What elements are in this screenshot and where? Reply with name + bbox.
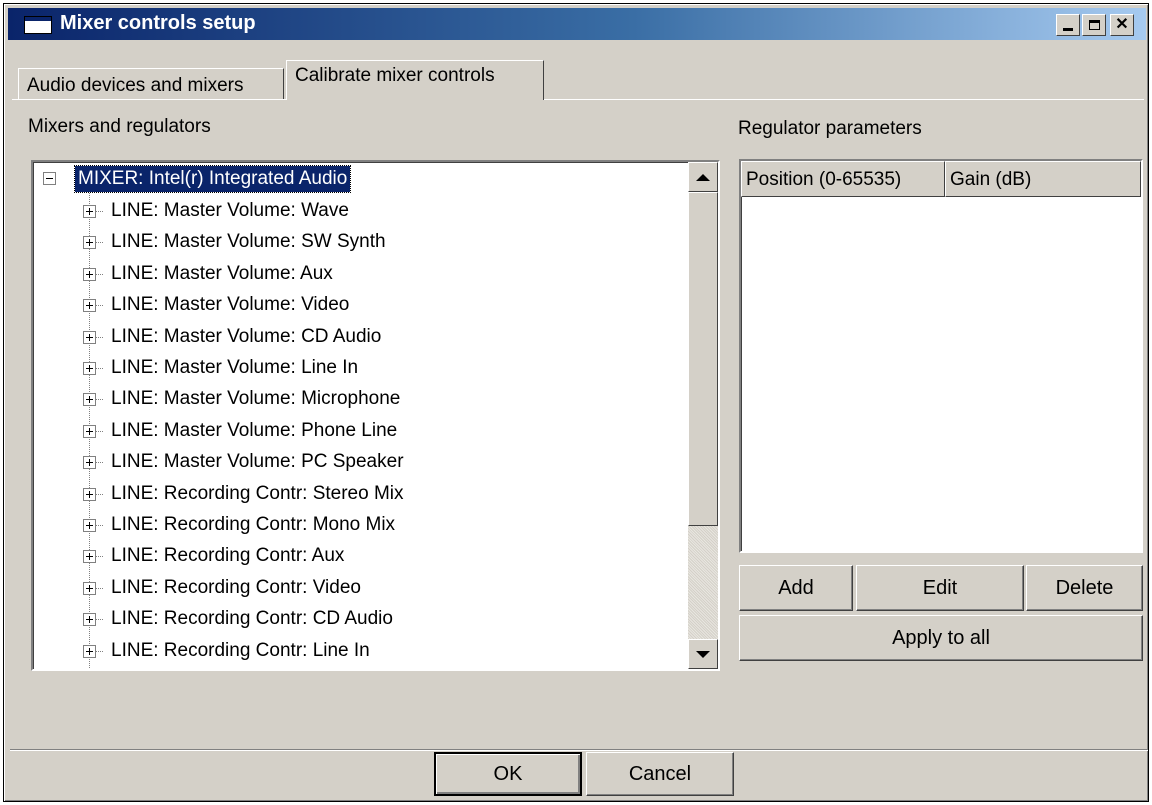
tree-connector [95,462,103,463]
title-bar[interactable]: Mixer controls setup ✕ [8,8,1146,40]
tree-connector [95,494,103,495]
maximize-icon [1088,20,1100,30]
add-button[interactable]: Add [739,565,853,611]
edit-button[interactable]: Edit [856,565,1024,611]
column-header-gain[interactable]: Gain (dB) [945,161,1141,197]
tree-connector [95,399,103,400]
tree-node[interactable]: LINE: Recording Contr: Mono Mix [111,510,395,540]
tree-root-node[interactable]: MIXER: Intel(r) Integrated Audio [73,165,352,193]
close-icon: ✕ [1115,16,1129,33]
expand-toggle-icon[interactable] [83,393,96,406]
tree-node[interactable]: LINE: Master Volume: PC Speaker [111,447,404,477]
tab-calibrate-mixer-controls[interactable]: Calibrate mixer controls [286,60,544,100]
tree-connector [95,431,103,432]
tree-node[interactable]: LINE: Master Volume: Aux [111,259,333,289]
scroll-thumb[interactable] [688,192,718,526]
maximize-button[interactable] [1082,14,1106,36]
regulator-parameters-label: Regulator parameters [738,118,922,139]
tree-node[interactable]: LINE: Recording Contr: Video [111,573,361,603]
regulator-parameters-list[interactable]: Position (0-65535) Gain (dB) [739,159,1143,553]
cancel-button[interactable]: Cancel [586,752,734,796]
tree-node[interactable]: LINE: Recording Contr: Stereo Mix [111,479,404,509]
expand-toggle-icon[interactable] [83,488,96,501]
delete-button[interactable]: Delete [1026,565,1143,611]
arrow-up-icon [696,173,710,181]
tree-connector [95,274,103,275]
tree-connector [95,651,103,652]
tree-node[interactable]: LINE: Recording Contr: Aux [111,541,344,571]
expand-toggle-icon[interactable] [83,268,96,281]
tree-node[interactable]: LINE: Master Volume: Line In [111,353,358,383]
tree-node[interactable]: LINE: Recording Contr: CD Audio [111,604,393,634]
expand-toggle-icon[interactable] [83,331,96,344]
close-button[interactable]: ✕ [1110,14,1134,36]
expand-toggle-icon[interactable] [83,645,96,658]
scroll-down-button[interactable] [688,639,718,669]
arrow-down-icon [696,650,710,658]
mixer-controls-dialog: Mixer controls setup ✕ Audio devices and… [3,3,1149,802]
app-window-icon [24,16,52,34]
expand-toggle-icon[interactable] [83,550,96,563]
tree-node[interactable]: LINE: Master Volume: Phone Line [111,416,397,446]
collapse-toggle-icon[interactable] [43,172,56,185]
tree-connector [95,619,103,620]
minimize-button[interactable] [1056,14,1080,36]
mixers-regulators-label: Mixers and regulators [28,116,211,137]
tree-connector [95,305,103,306]
tree-connector [95,556,103,557]
tree-connector [95,242,103,243]
tree-connector [95,525,103,526]
apply-to-all-button[interactable]: Apply to all [739,615,1143,661]
expand-toggle-icon[interactable] [83,236,96,249]
tab-label: Calibrate mixer controls [295,65,495,86]
tree-vertical-scrollbar[interactable] [688,162,718,669]
tree-connector [95,368,103,369]
tree-connector [95,337,103,338]
expand-toggle-icon[interactable] [83,613,96,626]
ok-button[interactable]: OK [434,752,582,796]
tree-node[interactable]: LINE: Master Volume: SW Synth [111,227,386,257]
tree-connector [95,588,103,589]
tab-audio-devices[interactable]: Audio devices and mixers [18,68,284,100]
expand-toggle-icon[interactable] [83,582,96,595]
mixer-tree[interactable]: MIXER: Intel(r) Integrated Audio LINE: M… [31,160,720,671]
tree-node[interactable]: LINE: Master Volume: Wave [111,196,349,226]
expand-toggle-icon[interactable] [83,519,96,532]
scroll-up-button[interactable] [688,162,718,192]
expand-toggle-icon[interactable] [83,456,96,469]
expand-toggle-icon[interactable] [83,205,96,218]
tree-node[interactable]: LINE: Master Volume: Video [111,290,349,320]
tab-label: Audio devices and mixers [27,75,244,96]
tree-node[interactable]: LINE: Recording Contr: Line In [111,636,370,666]
tree-connector [95,211,103,212]
tree-node[interactable]: LINE: Master Volume: Microphone [111,384,400,414]
tree-node[interactable]: LINE: Master Volume: CD Audio [111,322,381,352]
column-header-position[interactable]: Position (0-65535) [741,161,945,197]
expand-toggle-icon[interactable] [83,299,96,312]
tree-content: MIXER: Intel(r) Integrated Audio LINE: M… [33,162,688,669]
minimize-icon [1063,28,1073,31]
expand-toggle-icon[interactable] [83,425,96,438]
window-title: Mixer controls setup [60,12,256,34]
footer-divider [10,749,1148,751]
expand-toggle-icon[interactable] [83,362,96,375]
